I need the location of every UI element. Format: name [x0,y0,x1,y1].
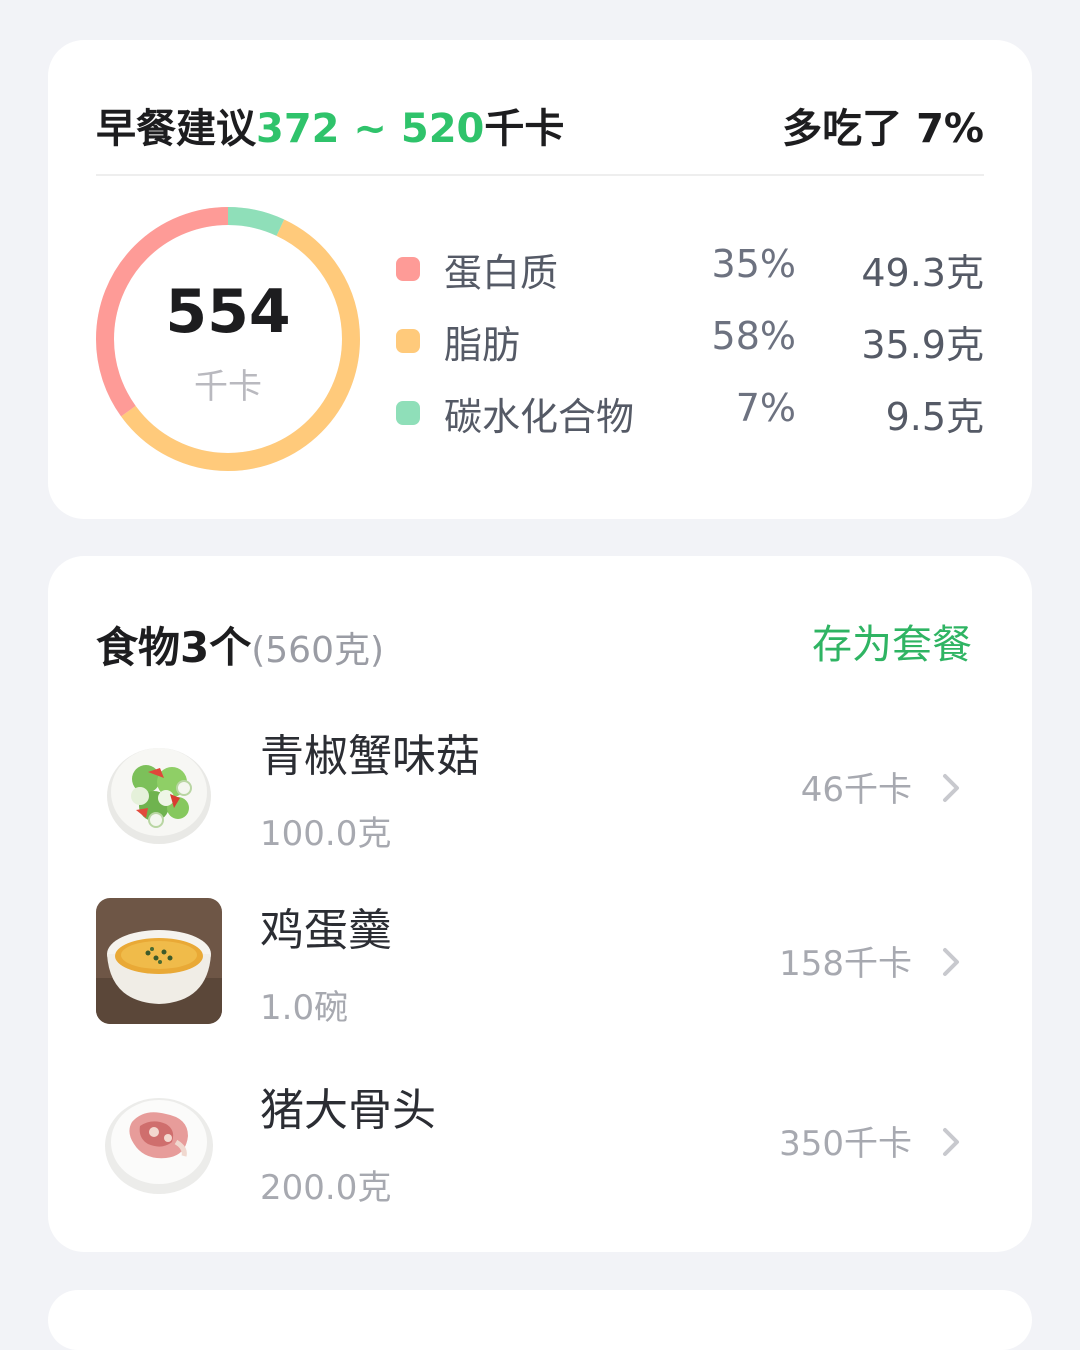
egg-custard-bowl-icon [96,898,222,1024]
divider [96,174,984,176]
macro-amount: 9.5克 [885,395,984,439]
carbs-color-dot [396,401,420,425]
macro-amount: 49.3克 [861,251,984,295]
food-quantity: 100.0克 [260,814,392,854]
macro-legend: 蛋白质 35% 49.3克 脂肪 58% 35.9克 碳水化合物 7% 9.5克 [394,240,984,456]
macro-percent: 7% [735,386,796,430]
overeaten-percent: 多吃了 7% [782,106,984,152]
food-name: 猪大骨头 [260,1085,436,1136]
food-list-header: 食物3个(560克) 存为套餐 [96,612,972,672]
food-count-title: 食物3个(560克) [96,623,385,672]
food-name: 青椒蟹味菇 [260,731,480,782]
save-as-combo-button[interactable]: 存为套餐 [812,612,972,670]
food-list-card: 食物3个(560克) 存为套餐 青椒蟹味菇 100.0克 46千卡 鸡蛋羹 1.… [48,556,1032,1252]
protein-color-dot [396,257,420,281]
food-item[interactable]: 鸡蛋羹 1.0碗 158千卡 [96,898,984,1048]
breakfast-recommendation-title: 早餐建议372 ~ 520千卡 [96,106,565,152]
salad-plate-icon [96,724,222,850]
food-kcal: 158千卡 [779,944,912,984]
food-item[interactable]: 猪大骨头 200.0克 350千卡 [96,1078,984,1228]
nutrition-summary-card: 早餐建议372 ~ 520千卡 多吃了 7% 554 千卡 蛋白质 35% 49… [48,40,1032,519]
macro-name: 碳水化合物 [444,395,635,439]
total-kcal-value: 554 [165,277,291,347]
chevron-right-icon [943,774,959,802]
macro-row-carbs: 碳水化合物 7% 9.5克 [394,384,984,456]
food-name: 鸡蛋羹 [260,905,392,956]
total-weight: (560克) [251,630,385,671]
chevron-right-icon [943,948,959,976]
food-quantity: 1.0碗 [260,988,349,1028]
total-kcal-unit: 千卡 [194,367,262,407]
pork-bone-plate-icon [96,1078,222,1204]
macro-percent: 35% [711,242,796,286]
recommended-kcal-range: 372 ~ 520 [256,106,485,152]
macro-amount: 35.9克 [861,323,984,367]
macro-name: 蛋白质 [444,251,559,295]
food-item[interactable]: 青椒蟹味菇 100.0克 46千卡 [96,724,984,874]
food-quantity: 200.0克 [260,1168,392,1208]
chevron-right-icon [943,1128,959,1156]
fat-color-dot [396,329,420,353]
macro-percent: 58% [711,314,796,358]
next-card [48,1290,1032,1350]
food-kcal: 46千卡 [800,770,912,810]
macro-name: 脂肪 [444,323,521,367]
food-kcal: 350千卡 [779,1124,912,1164]
macro-row-fat: 脂肪 58% 35.9克 [394,312,984,384]
donut-center: 554 千卡 [96,207,360,471]
macro-row-protein: 蛋白质 35% 49.3克 [394,240,984,312]
